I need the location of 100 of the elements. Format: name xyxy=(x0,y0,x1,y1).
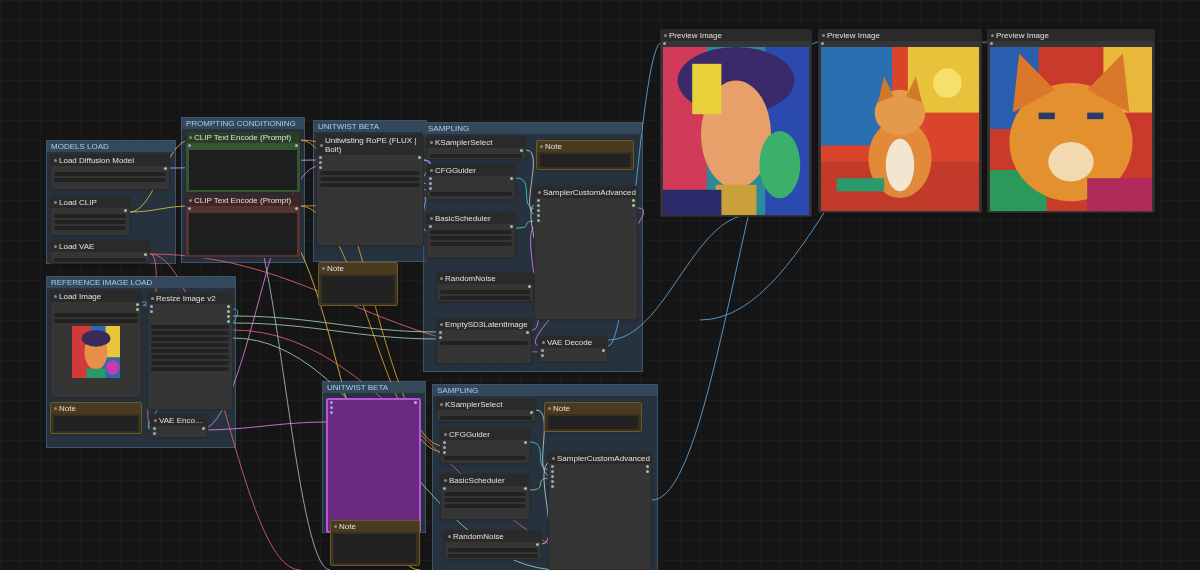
node-title: Resize Image v2 xyxy=(156,294,216,303)
node-title: Note xyxy=(327,264,344,273)
graph-node[interactable]: Unitwisting RoPE (FLUX | Bolt) xyxy=(316,134,424,246)
port-icon xyxy=(510,225,513,228)
graph-node[interactable]: Resize Image v2 xyxy=(147,292,233,410)
group-title: UNITWIST BETA xyxy=(326,382,390,393)
port-icon xyxy=(151,297,154,300)
port-icon xyxy=(54,295,57,298)
graph-node[interactable]: CLIP Text Encode (Prompt) xyxy=(185,194,301,258)
graph-node[interactable]: Load Image xyxy=(50,290,142,398)
port-icon xyxy=(54,201,57,204)
port-icon xyxy=(429,225,432,228)
port-icon xyxy=(524,441,527,444)
note-field[interactable] xyxy=(54,416,138,431)
port-icon xyxy=(530,411,533,414)
node-title: Note xyxy=(553,404,570,413)
group-title: PROMPTING CONDITIONING xyxy=(185,118,297,129)
note-node[interactable]: Note xyxy=(318,262,398,306)
graph-node[interactable]: KSamplerSelect xyxy=(436,398,536,422)
note-node[interactable]: Note xyxy=(330,520,420,566)
port-icon xyxy=(528,285,531,288)
port-icon xyxy=(164,167,167,170)
preview-node[interactable]: Preview Image xyxy=(818,29,982,213)
node-title: Preview Image xyxy=(827,31,880,40)
port-icon xyxy=(552,457,555,460)
node-title: VAE Decode xyxy=(547,338,593,347)
port-icon xyxy=(430,217,433,220)
node-title: SamplerCustomAdvanced xyxy=(543,188,636,197)
port-icon xyxy=(54,159,57,162)
note-field[interactable] xyxy=(322,276,394,303)
port-icon xyxy=(322,267,325,270)
port-icon xyxy=(991,34,994,37)
preview-node[interactable]: Preview Image xyxy=(660,29,812,217)
group-frame[interactable]: MODELS LOAD Load Diffusion Model Load CLIP Load VAE xyxy=(46,140,176,264)
node-title: VAE Enco… xyxy=(159,416,203,425)
prompt-field[interactable] xyxy=(189,150,297,190)
preview-node[interactable]: Preview Image xyxy=(987,29,1155,213)
graph-node[interactable]: EmptySD3LatentImage xyxy=(436,318,532,364)
port-icon xyxy=(154,419,157,422)
graph-node[interactable]: RandomNoise xyxy=(436,272,534,302)
graph-node[interactable]: Load CLIP xyxy=(50,196,130,236)
node-title: EmptySD3LatentImage xyxy=(445,320,528,329)
port-icon xyxy=(320,143,323,147)
port-icon xyxy=(990,42,993,45)
graph-node[interactable]: Load VAE xyxy=(50,240,150,264)
node-title: Note xyxy=(59,404,76,413)
graph-node[interactable]: Load Diffusion Model xyxy=(50,154,170,190)
graph-node[interactable] xyxy=(326,398,421,533)
node-title: SamplerCustomAdvanced xyxy=(557,454,650,463)
node-title: Unitwisting RoPE (FLUX | Bolt) xyxy=(325,136,418,154)
graph-node[interactable]: CFGGuider xyxy=(426,164,516,200)
note-field[interactable] xyxy=(334,534,416,563)
node-title: Preview Image xyxy=(996,31,1049,40)
group-frame[interactable]: UNITWIST BETA Unitwisting RoPE (FLUX | Bolt) xyxy=(313,120,427,262)
port-icon xyxy=(542,341,545,344)
graph-node[interactable]: VAE Decode xyxy=(538,336,608,362)
group-frame[interactable]: REFERENCE IMAGE LOAD Load Image Resize Image v2 Note VAE Enco… xyxy=(46,276,236,448)
node-title: BasicScheduler xyxy=(449,476,505,485)
node-title: Load Diffusion Model xyxy=(59,156,134,165)
port-icon xyxy=(540,145,543,148)
note-field[interactable] xyxy=(548,416,638,429)
port-icon xyxy=(334,525,337,528)
port-icon xyxy=(188,207,191,210)
graph-node[interactable]: BasicScheduler xyxy=(440,474,530,520)
group-frame[interactable]: SAMPLING KSamplerSelect CFGGuider BasicScheduler RandomNoise Note SamplerCustomAdvanced xyxy=(432,384,658,570)
graph-canvas[interactable] xyxy=(0,0,1200,570)
prompt-field[interactable] xyxy=(189,213,297,255)
note-node[interactable]: Note xyxy=(544,402,642,432)
graph-node[interactable]: KSamplerSelect xyxy=(426,136,526,160)
port-icon xyxy=(440,323,443,326)
group-frame[interactable]: PROMPTING CONDITIONING CLIP Text Encode (Prompt) CLIP Text Encode (Prompt) xyxy=(181,117,305,263)
port-icon xyxy=(295,144,298,147)
port-icon xyxy=(295,207,298,210)
port-icon xyxy=(54,407,57,410)
node-title: CFGGuider xyxy=(449,430,490,439)
port-icon xyxy=(510,177,513,180)
port-icon xyxy=(54,245,57,248)
graph-node[interactable]: BasicScheduler xyxy=(426,212,516,258)
port-icon xyxy=(189,199,192,202)
port-icon xyxy=(536,543,539,546)
port-icon xyxy=(602,349,605,352)
node-title: Load Image xyxy=(59,292,102,301)
graph-node[interactable]: SamplerCustomAdvanced xyxy=(548,452,652,570)
port-icon xyxy=(664,34,667,37)
note-field[interactable] xyxy=(540,154,630,167)
group-title: REFERENCE IMAGE LOAD xyxy=(50,277,154,288)
port-icon xyxy=(124,209,127,212)
port-icon xyxy=(444,433,447,436)
node-title: Load CLIP xyxy=(59,198,97,207)
node-title: KSamplerSelect xyxy=(445,400,503,409)
port-icon xyxy=(524,487,527,490)
port-icon xyxy=(414,401,417,404)
node-title: Note xyxy=(545,142,562,151)
graph-node[interactable]: RandomNoise xyxy=(444,530,542,560)
note-node[interactable]: Note xyxy=(536,140,634,170)
graph-node[interactable]: CFGGuider xyxy=(440,428,530,464)
graph-node[interactable]: CLIP Text Encode (Prompt) xyxy=(185,131,301,193)
graph-node[interactable]: VAE Enco… xyxy=(150,414,208,438)
note-node[interactable]: Note xyxy=(50,402,142,434)
node-title: Load VAE xyxy=(59,242,95,251)
